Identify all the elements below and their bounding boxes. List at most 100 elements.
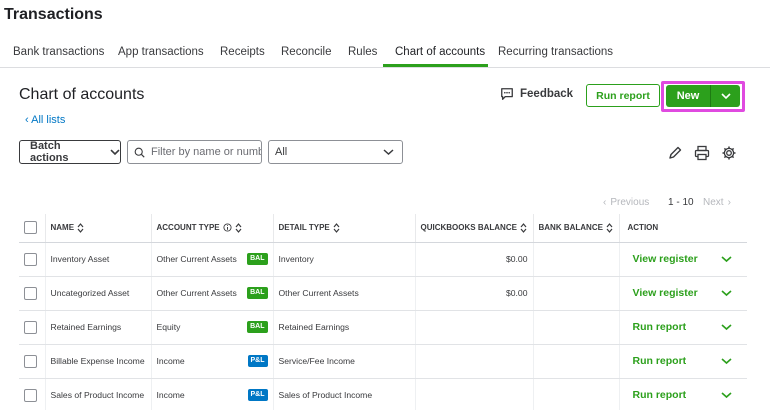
previous-label: Previous — [610, 197, 650, 208]
tab-receipts[interactable]: Receipts — [220, 46, 265, 58]
report-type-badge: BAL — [247, 253, 268, 265]
chevron-down-icon — [721, 392, 732, 399]
report-type-badge: BAL — [247, 287, 268, 299]
tab-rules[interactable]: Rules — [348, 46, 377, 58]
chevron-right-icon: › — [727, 197, 731, 208]
chevron-down-icon — [720, 93, 731, 100]
pager-range: 1 - 10 — [668, 197, 694, 208]
app-title: Transactions — [4, 6, 103, 23]
report-type-badge: BAL — [247, 321, 268, 333]
account-type: Income — [156, 390, 185, 400]
run-report-link[interactable]: Run report — [633, 389, 687, 401]
quickbooks-balance — [415, 310, 534, 345]
action-cell: Run report — [619, 378, 747, 410]
action-menu-toggle[interactable] — [721, 289, 732, 297]
detail-type: Retained Earnings — [273, 310, 416, 345]
sort-icon — [77, 222, 84, 233]
account-name: Sales of Product Income — [45, 378, 152, 410]
account-name: Retained Earnings — [45, 310, 152, 345]
chevron-left-icon: ‹ — [25, 114, 29, 126]
all-lists-link[interactable]: ‹ All lists — [25, 114, 65, 126]
view-register-link[interactable]: View register — [633, 287, 698, 299]
row-checkbox[interactable] — [24, 388, 37, 402]
tab-bank-transactions[interactable]: Bank transactions — [13, 46, 104, 58]
account-type-select-value: All — [275, 146, 288, 158]
row-select-cell — [19, 242, 46, 277]
quickbooks-balance — [415, 378, 534, 410]
account-type: Other Current Assets — [156, 254, 237, 264]
bank-balance — [533, 242, 620, 277]
filter-input[interactable] — [151, 146, 261, 158]
sort-icon — [520, 222, 527, 233]
table-row: Sales of Product Income Income P&L Sales … — [19, 378, 747, 410]
row-select-cell — [19, 344, 46, 379]
action-cell: View register — [619, 276, 747, 311]
row-select-cell — [19, 310, 46, 345]
next-label: Next — [703, 197, 724, 208]
detail-type: Sales of Product Income — [273, 378, 416, 410]
account-type: Equity — [156, 322, 181, 332]
page-title: Chart of accounts — [19, 86, 145, 103]
row-checkbox[interactable] — [24, 354, 37, 368]
new-button-label[interactable]: New — [666, 85, 711, 107]
action-menu-toggle[interactable] — [721, 323, 732, 331]
accounts-table: NAME ACCOUNT TYPE DETAIL TYPE QUICKBOOKS… — [19, 214, 747, 410]
chevron-down-icon — [721, 324, 732, 331]
action-menu-toggle[interactable] — [721, 391, 732, 399]
action-header: ACTION — [619, 214, 747, 243]
row-checkbox[interactable] — [24, 320, 37, 334]
account-type-select[interactable]: All — [268, 140, 403, 164]
feedback-button[interactable]: Feedback — [500, 87, 573, 101]
chat-bubble-icon — [501, 88, 513, 100]
action-menu-toggle[interactable] — [721, 357, 732, 365]
bank-balance — [533, 276, 620, 311]
run-report-button[interactable]: Run report — [586, 84, 660, 107]
batch-actions-button[interactable]: Batch actions — [19, 140, 121, 164]
bank-balance-header[interactable]: BANK BALANCE — [533, 214, 620, 243]
chevron-down-icon — [721, 290, 732, 297]
name-header[interactable]: NAME — [45, 214, 152, 243]
quickbooks-balance-header[interactable]: QUICKBOOKS BALANCE — [415, 214, 534, 243]
row-checkbox[interactable] — [24, 286, 37, 300]
pencil-icon[interactable] — [667, 145, 683, 161]
detail-type-header[interactable]: DETAIL TYPE — [273, 214, 416, 243]
report-type-badge: P&L — [247, 389, 268, 401]
new-button[interactable]: New — [666, 85, 740, 107]
tab-recurring-transactions[interactable]: Recurring transactions — [498, 46, 613, 58]
chevron-left-icon: ‹ — [603, 197, 607, 208]
printer-icon[interactable] — [694, 145, 710, 161]
quickbooks-balance — [415, 344, 534, 379]
chevron-down-icon — [721, 358, 732, 365]
tab-app-transactions[interactable]: App transactions — [118, 46, 204, 58]
report-type-badge: P&L — [247, 355, 268, 367]
row-checkbox[interactable] — [24, 252, 37, 266]
run-report-link[interactable]: Run report — [633, 321, 687, 333]
pager-next[interactable]: Next › — [703, 197, 731, 208]
account-type-header[interactable]: ACCOUNT TYPE — [151, 214, 274, 243]
tab-chart-of-accounts[interactable]: Chart of accounts — [395, 46, 485, 58]
sort-icon — [606, 222, 613, 233]
table-row: Inventory Asset Other Current Assets BAL … — [19, 242, 747, 277]
account-type-cell: Equity BAL — [151, 310, 274, 345]
chevron-down-icon — [721, 256, 732, 263]
action-menu-toggle[interactable] — [721, 255, 732, 263]
account-name: Uncategorized Asset — [45, 276, 152, 311]
tab-reconcile[interactable]: Reconcile — [281, 46, 332, 58]
account-type-cell: Income P&L — [151, 378, 274, 410]
tab-bar: Bank transactions App transactions Recei… — [0, 36, 770, 68]
new-dropdown-toggle[interactable] — [711, 85, 740, 107]
run-report-link[interactable]: Run report — [633, 355, 687, 367]
table-row: Retained Earnings Equity BAL Retained Ear… — [19, 310, 747, 345]
row-select-cell — [19, 276, 46, 311]
filter-field[interactable] — [127, 140, 262, 164]
account-name: Inventory Asset — [45, 242, 152, 277]
gear-icon[interactable] — [721, 145, 737, 161]
table-header-row: NAME ACCOUNT TYPE DETAIL TYPE QUICKBOOKS… — [19, 214, 747, 243]
view-register-link[interactable]: View register — [633, 253, 698, 265]
sort-icon — [333, 222, 340, 233]
bank-balance — [533, 310, 620, 345]
select-all-checkbox[interactable] — [24, 221, 37, 235]
info-icon[interactable] — [223, 223, 232, 232]
detail-type: Other Current Assets — [273, 276, 416, 311]
pager-previous[interactable]: ‹ Previous — [603, 197, 649, 208]
